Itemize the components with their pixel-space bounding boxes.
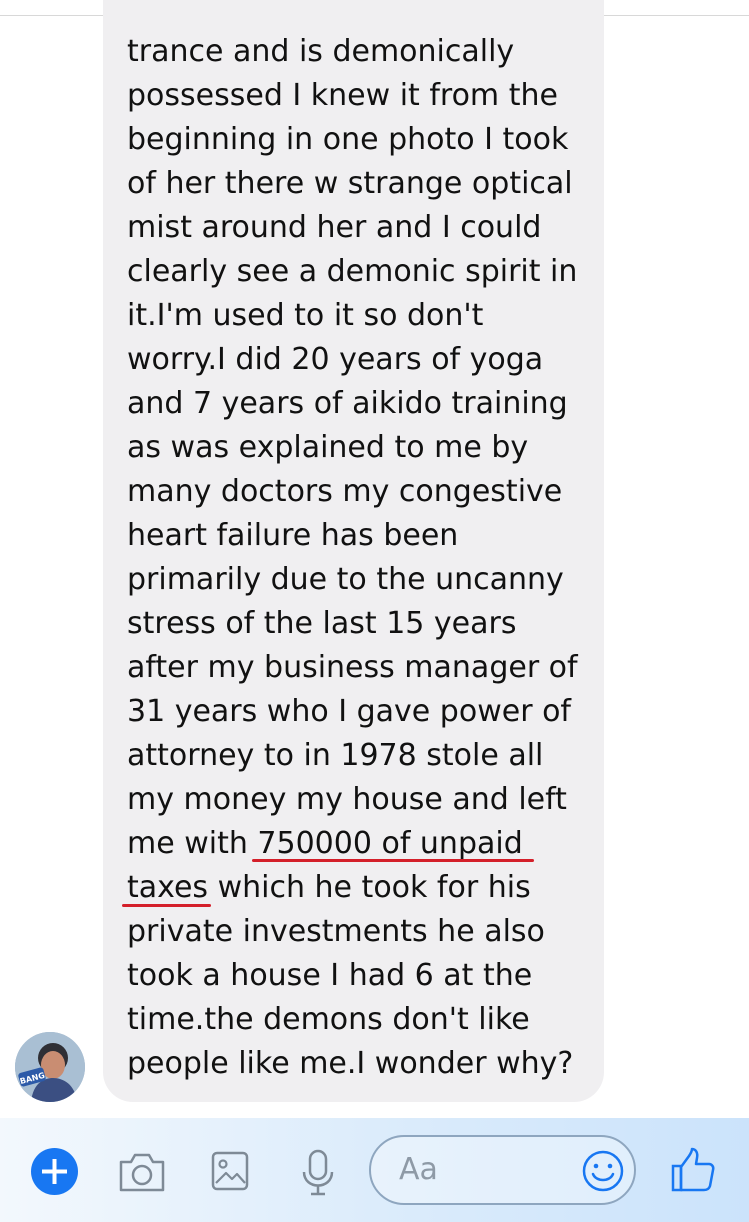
plus-icon [42,1159,67,1184]
message-line: clearly see a demonic spirit in [127,254,578,289]
message-input[interactable]: Aa [369,1135,636,1205]
message-line: trance and is demonically [127,34,515,69]
message-line: took a house I had 6 at the [127,958,533,993]
microphone-icon[interactable] [300,1148,336,1198]
message-line: attorney to in 1978 stole all [127,738,544,773]
emoji-icon[interactable] [581,1149,625,1193]
message-line: worry.I did 20 years of yoga [127,342,544,377]
message-line: beginning in one photo I took [127,122,569,157]
thumbs-up-icon[interactable] [670,1146,716,1194]
message-line: but diane is in a state of [127,0,492,10]
message-line: mist around her and I could [127,210,542,245]
message-line: time.the demons don't like [127,1002,530,1037]
line-suffix: which he took for his [208,870,531,905]
message-line: stress of the last 15 years [127,606,517,641]
message-line: 31 years who I gave power of [127,694,571,729]
camera-icon[interactable] [117,1150,167,1194]
red-underline-taxes [122,904,211,907]
message-line: many doctors my congestive [127,474,563,509]
message-line: people like me.I wonder why? [127,1046,574,1081]
message-line: it.I'm used to it so don't [127,298,484,333]
message-line: and 7 years of aikido training [127,386,568,421]
avatar[interactable]: BANG [15,1032,85,1102]
message-input-placeholder: Aa [399,1152,438,1187]
message-line: as was explained to me by [127,430,529,465]
avatar-image: BANG [15,1032,85,1102]
message-line: my money my house and left [127,782,567,817]
plus-button[interactable] [31,1148,78,1195]
message-line: heart failure has been [127,518,459,553]
highlighted-amount: 750000 of unpaid [257,826,523,861]
message-line: after my business manager of [127,650,578,685]
image-icon[interactable] [210,1150,250,1192]
line-prefix: me with [127,826,258,861]
message-line: primarily due to the uncanny [127,562,564,597]
message-line: private investments he also [127,914,545,949]
message-line: possessed I knew it from the [127,78,558,113]
red-underline-amount [252,859,534,862]
message-line: of her there w strange optical [127,166,573,201]
highlighted-taxes: taxes [127,870,209,905]
